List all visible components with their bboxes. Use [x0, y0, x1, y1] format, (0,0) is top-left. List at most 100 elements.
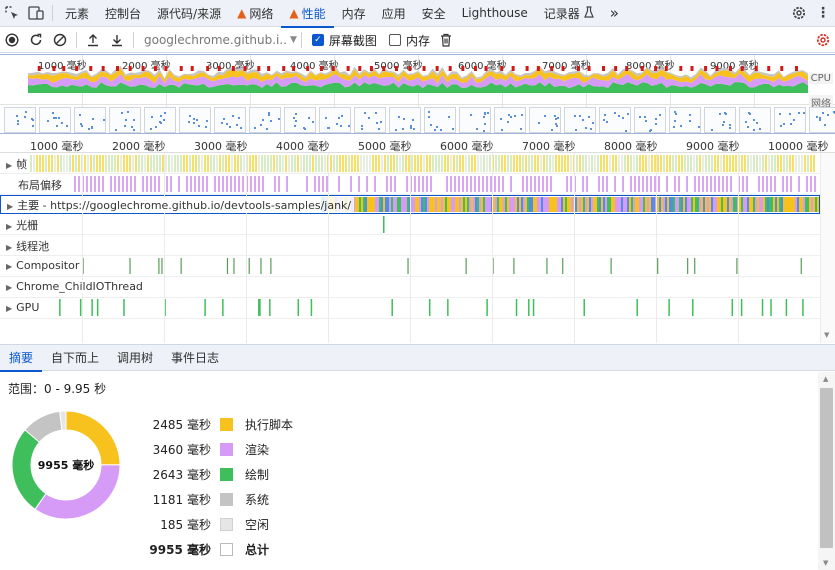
layout-shift-bar [742, 176, 744, 192]
track-label-compositor[interactable]: ▶ Compositor [6, 259, 83, 272]
track-label-thread-pool[interactable]: ▶ 线程池 [6, 238, 53, 254]
expand-triangle-icon[interactable]: ▶ [6, 161, 12, 170]
screenshot-thumbnail[interactable] [144, 107, 176, 133]
screenshot-thumbnail[interactable] [529, 107, 561, 133]
tab-call-tree[interactable]: 调用树 [108, 345, 162, 371]
track-label-main[interactable]: ▶ 主要 - https://googlechrome.github.io/dev… [7, 197, 355, 213]
expand-triangle-icon[interactable]: ▶ [6, 243, 12, 252]
summary-scrollbar[interactable]: ▲ ▼ [818, 372, 835, 570]
main-thread-task [587, 197, 589, 212]
main-thread-task [621, 197, 623, 212]
expand-triangle-icon[interactable]: ▶ [6, 304, 12, 313]
tab-lighthouse[interactable]: Lighthouse [454, 0, 536, 27]
kebab-menu-icon[interactable]: ⋮ [811, 0, 835, 27]
tab-console[interactable]: 控制台 [97, 0, 149, 27]
screenshot-thumbnail[interactable] [354, 107, 386, 133]
track-event-bar [248, 258, 250, 274]
frame-bar [321, 155, 323, 172]
screenshot-thumbnail[interactable] [739, 107, 771, 133]
capture-settings-gear-icon[interactable] [811, 28, 835, 53]
screenshot-thumbnail[interactable] [389, 107, 421, 133]
screenshot-thumbnail[interactable] [109, 107, 141, 133]
screenshot-thumbnail[interactable] [634, 107, 666, 133]
thumbnail-dot [308, 117, 311, 120]
screenshots-checkbox[interactable]: ✓ 屏幕截图 [311, 32, 377, 49]
record-button[interactable] [0, 28, 24, 53]
scrollbar-thumb[interactable] [820, 388, 833, 548]
tab-network[interactable]: ▲ 网络 [229, 0, 281, 27]
screenshot-thumbnail[interactable] [774, 107, 806, 133]
tab-security[interactable]: 安全 [414, 0, 454, 27]
download-profile-button[interactable] [105, 28, 129, 53]
layout-shift-bar [206, 176, 208, 192]
screenshot-thumbnail[interactable] [249, 107, 281, 133]
timeline-overview[interactable]: 1000 毫秒2000 毫秒3000 毫秒4000 毫秒5000 毫秒6000 … [0, 54, 835, 134]
recording-select[interactable]: googlechrome.github.i... [144, 33, 286, 47]
track-label-gpu[interactable]: ▶ GPU [6, 301, 43, 314]
screenshot-thumbnail[interactable] [704, 107, 736, 133]
thumbnail-dot [340, 125, 343, 128]
long-task-marker [141, 66, 145, 71]
main-thread-task [535, 197, 537, 212]
inspect-element-icon[interactable] [0, 0, 24, 27]
upload-profile-button[interactable] [81, 28, 105, 53]
screenshot-thumbnail[interactable] [214, 107, 246, 133]
screenshot-filmstrip[interactable] [0, 105, 835, 133]
scroll-down-arrow-icon[interactable]: ▼ [824, 331, 829, 339]
screenshot-thumbnail[interactable] [564, 107, 596, 133]
settings-gear-icon[interactable] [787, 0, 811, 27]
thumbnail-dot [639, 116, 642, 118]
more-tabs-button[interactable]: » [602, 0, 627, 27]
layout-shift-bar [526, 176, 528, 192]
reload-record-button[interactable] [24, 28, 48, 53]
track-label-io-thread[interactable]: ▶ Chrome_ChildIOThread [6, 280, 146, 293]
main-thread-task [697, 197, 699, 212]
tab-sources[interactable]: 源代码/来源 [149, 0, 229, 27]
tab-application[interactable]: 应用 [374, 0, 414, 27]
device-toolbar-icon[interactable] [24, 0, 48, 27]
screenshot-thumbnail[interactable] [74, 107, 106, 133]
scroll-down-arrow-icon[interactable]: ▼ [823, 559, 828, 567]
main-thread-task [797, 197, 799, 212]
expand-triangle-icon[interactable]: ▶ [6, 283, 12, 292]
tab-memory[interactable]: 内存 [334, 0, 374, 27]
track-label-layout-shifts[interactable]: 布局偏移 [18, 177, 65, 193]
long-task-marker [382, 66, 386, 71]
screenshot-thumbnail[interactable] [809, 107, 835, 133]
tab-event-log[interactable]: 事件日志 [162, 345, 228, 371]
screenshot-thumbnail[interactable] [284, 107, 316, 133]
expand-triangle-icon[interactable]: ▶ [6, 262, 12, 271]
screenshot-thumbnail[interactable] [599, 107, 631, 133]
track-label-raster[interactable]: ▶ 光栅 [6, 217, 42, 233]
thumbnail-dot [262, 118, 265, 121]
frame-bar [630, 155, 632, 172]
screenshot-thumbnail[interactable] [39, 107, 71, 133]
screenshot-thumbnail[interactable] [669, 107, 701, 133]
tracks-scrollbar[interactable]: ▼ [820, 153, 835, 343]
tab-recorder[interactable]: 记录器 [536, 0, 602, 27]
main-thread-task [555, 197, 557, 212]
expand-triangle-icon[interactable]: ▶ [6, 222, 12, 231]
main-thread-task [597, 197, 599, 212]
thumbnail-dot [205, 119, 208, 122]
screenshot-thumbnail[interactable] [319, 107, 351, 133]
frame-bar [708, 155, 710, 172]
screenshot-thumbnail[interactable] [424, 107, 456, 133]
tab-elements[interactable]: 元素 [57, 0, 97, 27]
screenshot-thumbnail[interactable] [494, 107, 526, 133]
scroll-up-arrow-icon[interactable]: ▲ [823, 375, 828, 383]
expand-triangle-icon[interactable]: ▶ [7, 202, 13, 211]
screenshot-thumbnail[interactable] [4, 107, 36, 133]
chevron-down-icon[interactable]: ▼ [290, 35, 297, 45]
screenshot-thumbnail[interactable] [459, 107, 491, 133]
tab-performance[interactable]: ▲ 性能 [281, 0, 334, 28]
screenshot-thumbnail[interactable] [179, 107, 211, 133]
trash-icon[interactable] [434, 28, 458, 53]
memory-checkbox[interactable]: 内存 [388, 32, 430, 49]
main-thread-task [653, 197, 655, 212]
tab-bottom-up[interactable]: 自下而上 [42, 345, 108, 371]
track-label-frames[interactable]: ▶ 帧 [6, 156, 31, 172]
clear-button[interactable] [48, 28, 72, 53]
track-event-bar [562, 258, 564, 274]
tab-summary[interactable]: 摘要 [0, 345, 43, 372]
